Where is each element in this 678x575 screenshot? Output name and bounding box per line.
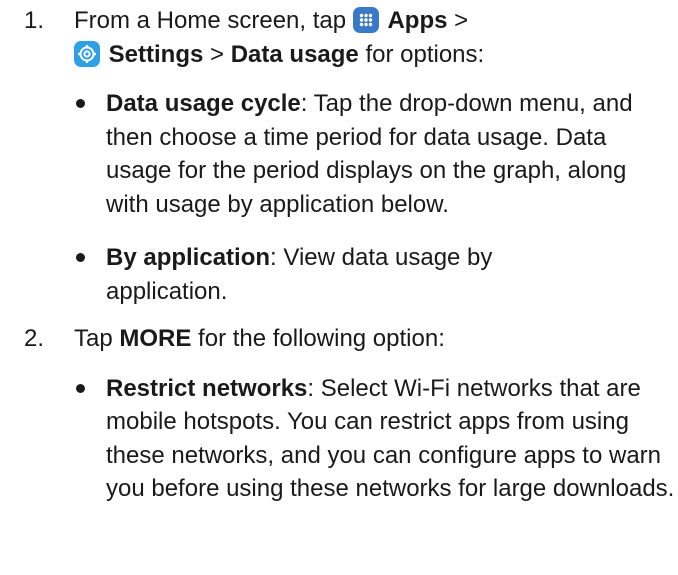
apps-grid-icon [352,7,379,33]
step-1: 1. From a Home screen, tap Apps > Settin… [24,4,678,308]
step-text: Tap [74,325,113,352]
apps-label: Apps [387,7,448,34]
settings-label: Settings [108,40,204,68]
list-item: Data usage cycle: Tap the drop-down menu… [74,87,651,221]
step-number: 2. [24,325,45,352]
step-1-options: Data usage cycle: Tap the drop-down menu… [74,87,678,308]
separator: > [454,7,469,34]
step-text: for the following option: [198,325,445,352]
step-text: for options: [365,40,485,68]
step-2-options: Restrict networks: Select Wi-Fi networks… [74,372,678,506]
bullet-icon [76,253,85,262]
data-usage-label: Data usage [230,40,359,68]
more-label: MORE [119,325,192,352]
step-text: From a Home screen, tap [74,7,347,34]
option-term: Restrict networks [106,374,308,402]
instructions: 1. From a Home screen, tap Apps > Settin… [0,4,678,506]
step-2: 2. Tap MORE for the following option: Re… [24,322,678,506]
step-2-text: Tap MORE for the following option: [74,322,678,356]
list-item: Restrict networks: Select Wi-Fi networks… [74,372,676,506]
separator: > [210,40,225,68]
bullet-icon [76,99,85,108]
bullet-icon [76,383,85,393]
list-item: By application: View data usage by appli… [74,241,576,308]
settings-gear-icon [74,40,100,67]
step-1-text: From a Home screen, tap Apps > Settings … [74,4,634,71]
option-term: By application [106,244,271,271]
step-number: 1. [24,7,45,34]
option-term: Data usage cycle [106,90,301,117]
